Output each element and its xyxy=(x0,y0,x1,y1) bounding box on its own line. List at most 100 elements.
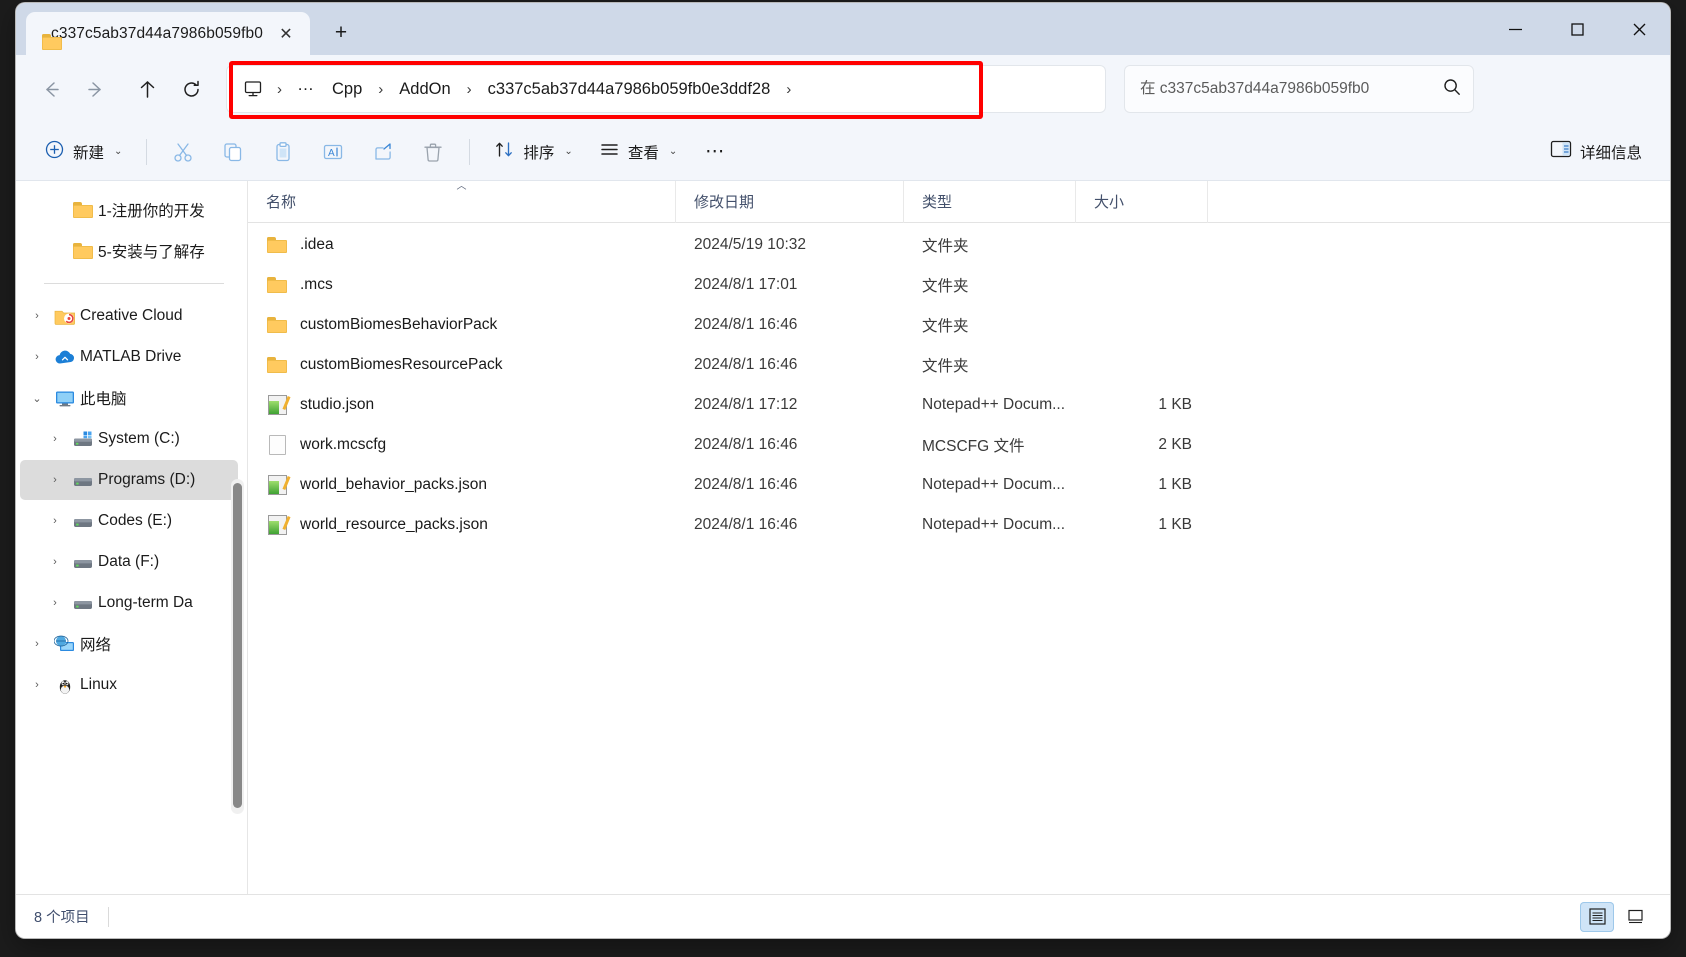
chevron-right-icon[interactable]: › xyxy=(42,433,68,445)
search-icon[interactable] xyxy=(1442,77,1462,102)
breadcrumb-separator-4[interactable]: › xyxy=(779,81,798,98)
copy-button[interactable] xyxy=(209,131,257,173)
drive-icon xyxy=(68,594,98,613)
paste-button[interactable] xyxy=(259,131,307,173)
sidebar-item-install-learn[interactable]: 5-安装与了解存 xyxy=(20,231,238,271)
sidebar-item-label: MATLAB Drive xyxy=(80,348,182,365)
sidebar-item-linux[interactable]: › Linux xyxy=(20,665,238,705)
column-header-name[interactable]: ︿ 名称 xyxy=(248,180,676,223)
tab-strip: c337c5ab37d44a7986b059fb0 ✕ + xyxy=(16,3,358,55)
close-window-button[interactable] xyxy=(1608,3,1670,55)
breadcrumb-addon[interactable]: AddOn xyxy=(390,75,459,104)
navigation-pane: 1-注册你的开发 5-安装与了解存 › Creative Cloud › MAT… xyxy=(16,181,248,894)
up-icon[interactable] xyxy=(126,68,168,110)
chevron-right-icon[interactable]: › xyxy=(42,556,68,568)
file-list[interactable]: .idea 2024/5/19 10:32 文件夹 .mcs 2024/8/1 … xyxy=(248,223,1670,894)
sidebar-item-this-pc[interactable]: ⌄ 此电脑 xyxy=(20,378,238,418)
minimize-button[interactable] xyxy=(1484,3,1546,55)
toolbar-divider-2 xyxy=(469,138,471,165)
breadcrumb-cpp[interactable]: Cpp xyxy=(323,75,371,104)
cut-button[interactable] xyxy=(159,131,207,173)
new-button[interactable]: 新建 ⌄ xyxy=(32,131,134,173)
file-date: 2024/8/1 16:46 xyxy=(694,316,798,333)
chevron-right-icon[interactable]: › xyxy=(24,679,50,691)
breadcrumb-separator[interactable]: › xyxy=(270,81,289,98)
details-pane-button[interactable]: 详细信息 xyxy=(1538,131,1654,173)
table-row[interactable]: studio.json 2024/8/1 17:12 Notepad++ Doc… xyxy=(254,385,1664,425)
sidebar-item-long-term-data[interactable]: › Long-term Da xyxy=(20,583,238,623)
sidebar-item-codes-e[interactable]: › Codes (E:) xyxy=(20,501,238,541)
chevron-right-icon[interactable]: › xyxy=(42,474,68,486)
sidebar-item-creative-cloud[interactable]: › Creative Cloud xyxy=(20,296,238,336)
forward-icon[interactable] xyxy=(74,68,116,110)
share-button[interactable] xyxy=(359,131,407,173)
chevron-right-icon[interactable]: › xyxy=(24,638,50,650)
tab-active[interactable]: c337c5ab37d44a7986b059fb0 ✕ xyxy=(26,12,310,55)
title-bar: c337c5ab37d44a7986b059fb0 ✕ + xyxy=(16,3,1670,55)
sidebar-edge xyxy=(247,181,248,894)
sidebar-item-system-c[interactable]: › System (C:) xyxy=(20,419,238,459)
refresh-icon[interactable] xyxy=(170,68,212,110)
details-view-icon[interactable] xyxy=(1580,901,1614,932)
table-row[interactable]: world_behavior_packs.json 2024/8/1 16:46… xyxy=(254,465,1664,505)
creative-cloud-icon xyxy=(50,307,80,326)
sort-button[interactable]: 排序 ⌄ xyxy=(482,131,584,173)
rename-button[interactable]: A xyxy=(309,131,357,173)
breadcrumb-overflow[interactable]: … xyxy=(289,76,323,100)
view-toggle-group xyxy=(1580,901,1652,932)
delete-button[interactable] xyxy=(409,131,457,173)
sidebar-scrollbar[interactable] xyxy=(231,479,244,814)
sidebar-item-programs-d[interactable]: › Programs (D:) xyxy=(20,460,238,500)
sidebar-item-label: 1-注册你的开发 xyxy=(98,203,205,220)
chevron-right-icon[interactable]: › xyxy=(24,310,50,322)
table-row[interactable]: .mcs 2024/8/1 17:01 文件夹 xyxy=(254,265,1664,305)
file-date: 2024/5/19 10:32 xyxy=(694,236,807,253)
table-row[interactable]: customBiomesResourcePack 2024/8/1 16:46 … xyxy=(254,345,1664,385)
file-name: world_behavior_packs.json xyxy=(300,476,487,493)
column-headers: ︿ 名称 修改日期 类型 大小 xyxy=(248,180,1670,223)
maximize-button[interactable] xyxy=(1546,3,1608,55)
chevron-right-icon[interactable]: › xyxy=(24,351,50,363)
sidebar-item-label: 此电脑 xyxy=(80,391,127,408)
file-type: Notepad++ Docum... xyxy=(922,516,1066,533)
table-row[interactable]: world_resource_packs.json 2024/8/1 16:46… xyxy=(254,505,1664,545)
table-row[interactable]: .idea 2024/5/19 10:32 文件夹 xyxy=(254,225,1664,265)
column-header-type[interactable]: 类型 xyxy=(904,180,1076,223)
matlab-drive-icon xyxy=(50,348,80,367)
drive-icon xyxy=(68,512,98,531)
chevron-down-icon[interactable]: ⌄ xyxy=(24,392,50,405)
search-input[interactable] xyxy=(1140,80,1442,98)
file-name-cell: studio.json xyxy=(254,385,682,425)
this-pc-icon[interactable] xyxy=(236,72,270,106)
close-tab-icon[interactable]: ✕ xyxy=(272,20,300,48)
file-size: 1 KB xyxy=(1158,396,1192,413)
sidebar-item-register-dev[interactable]: 1-注册你的开发 xyxy=(20,190,238,230)
file-date: 2024/8/1 17:12 xyxy=(694,396,798,413)
column-header-date-modified[interactable]: 修改日期 xyxy=(676,180,904,223)
column-header-size[interactable]: 大小 xyxy=(1076,180,1208,223)
breadcrumb-separator-2[interactable]: › xyxy=(371,81,390,98)
new-tab-button[interactable]: + xyxy=(324,16,358,50)
file-type: 文件夹 xyxy=(922,358,969,375)
sort-button-label: 排序 xyxy=(523,144,555,162)
more-options-button[interactable]: ⋯ xyxy=(691,131,739,173)
search-box[interactable] xyxy=(1124,65,1474,113)
address-bar[interactable]: › … Cpp › AddOn › c337c5ab37d44a7986b059… xyxy=(226,65,1106,113)
breadcrumb-current-folder[interactable]: c337c5ab37d44a7986b059fb0e3ddf28 xyxy=(479,75,780,104)
file-name: work.mcscfg xyxy=(300,436,387,453)
table-row[interactable]: work.mcscfg 2024/8/1 16:46 MCSCFG 文件 2 K… xyxy=(254,425,1664,465)
sidebar-item-matlab-drive[interactable]: › MATLAB Drive xyxy=(20,337,238,377)
system-drive-icon xyxy=(68,430,98,449)
breadcrumb-separator-3[interactable]: › xyxy=(460,81,479,98)
large-icons-view-icon[interactable] xyxy=(1618,902,1652,932)
table-row[interactable]: customBiomesBehaviorPack 2024/8/1 16:46 … xyxy=(254,305,1664,345)
sidebar-scrollbar-thumb[interactable] xyxy=(233,483,242,808)
view-button[interactable]: 查看 ⌄ xyxy=(587,131,689,173)
back-icon[interactable] xyxy=(30,68,72,110)
notepadpp-icon xyxy=(266,474,291,496)
chevron-right-icon[interactable]: › xyxy=(42,515,68,527)
chevron-right-icon[interactable]: › xyxy=(42,597,68,609)
sidebar-item-data-f[interactable]: › Data (F:) xyxy=(20,542,238,582)
file-date: 2024/8/1 16:46 xyxy=(694,476,798,493)
sidebar-item-network[interactable]: › 网络 xyxy=(20,624,238,664)
